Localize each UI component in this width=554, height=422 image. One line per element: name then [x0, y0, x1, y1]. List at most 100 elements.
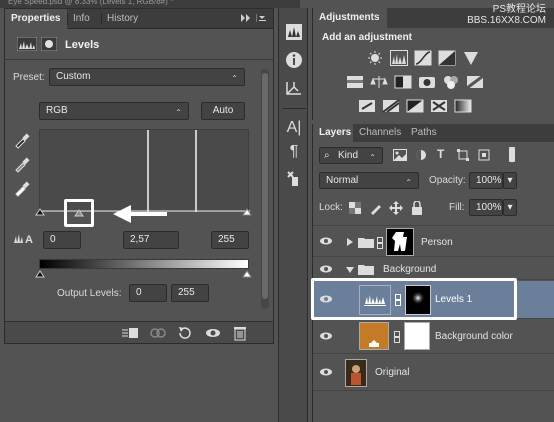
filter-pixel-icon[interactable]: [393, 149, 407, 161]
tab-properties[interactable]: Properties: [5, 9, 67, 29]
properties-panel: Properties Info History Levels Preset: C…: [4, 8, 274, 344]
visibility-eye-icon[interactable]: [319, 367, 335, 379]
curves-icon[interactable]: [414, 50, 432, 66]
lock-all-icon[interactable]: [411, 201, 423, 215]
output-black-slider[interactable]: [35, 270, 45, 278]
watermark-line-1: PS教程论坛: [492, 4, 546, 15]
input-gamma-field[interactable]: 2,57: [123, 231, 179, 249]
tab-paths[interactable]: Paths: [405, 124, 445, 142]
color-fill-thumbnail[interactable]: [359, 322, 389, 350]
input-black-field[interactable]: 0: [43, 231, 81, 249]
lock-transparent-icon[interactable]: [349, 202, 361, 214]
threshold-icon[interactable]: [406, 98, 424, 114]
view-previous-state-icon[interactable]: [149, 326, 167, 340]
opacity-dropdown-button[interactable]: ▾: [503, 172, 517, 189]
filter-type-icon[interactable]: T: [437, 147, 444, 161]
preset-label: Preset:: [13, 72, 45, 83]
filter-smart-object-icon[interactable]: [478, 149, 490, 161]
layer-name[interactable]: Original: [375, 367, 409, 378]
history-icon[interactable]: [284, 78, 304, 98]
opacity-field[interactable]: 100%: [469, 172, 503, 189]
auto-clip-icon: A: [13, 231, 35, 245]
output-white-slider[interactable]: [242, 270, 252, 278]
mask-link-icon[interactable]: [394, 331, 400, 343]
layer-row-background-group[interactable]: Background: [313, 258, 554, 280]
properties-scrollbar[interactable]: [261, 69, 269, 309]
layer-row-person[interactable]: Person: [313, 225, 554, 257]
color-lookup-icon[interactable]: [466, 74, 484, 90]
properties-footer: [5, 321, 273, 343]
adjustment-panel-icon[interactable]: [284, 22, 304, 42]
levels-icon[interactable]: [390, 50, 408, 66]
layer-name[interactable]: Background: [383, 264, 436, 275]
clip-to-layer-icon[interactable]: [121, 326, 139, 340]
filter-shape-icon[interactable]: [457, 149, 469, 161]
tab-history[interactable]: History: [101, 9, 151, 29]
tab-channels[interactable]: Channels: [353, 124, 405, 142]
tool-presets-icon[interactable]: [284, 168, 304, 188]
panel-menu-icon[interactable]: [239, 12, 269, 24]
mask-link-icon[interactable]: [377, 237, 383, 249]
watermark-line-2: BBS.16XX8.COM: [467, 15, 546, 26]
brightness-contrast-icon[interactable]: [366, 50, 384, 66]
visibility-eye-icon[interactable]: [205, 326, 221, 340]
reset-icon[interactable]: [177, 326, 193, 340]
adjustments-title: Add an adjustment: [322, 32, 413, 43]
info-icon[interactable]: [284, 50, 304, 70]
input-white-slider[interactable]: [242, 208, 252, 216]
lock-label: Lock:: [319, 202, 343, 213]
tab-info[interactable]: Info: [67, 9, 101, 29]
auto-button[interactable]: Auto: [201, 102, 245, 120]
original-image-thumbnail[interactable]: [345, 359, 367, 387]
layer-name[interactable]: Background color: [435, 331, 513, 342]
layer-row-background-color[interactable]: Background color: [313, 320, 554, 354]
character-panel-icon[interactable]: A|: [284, 118, 304, 138]
preset-dropdown[interactable]: Custom: [49, 68, 245, 87]
gradient-map-icon[interactable]: [454, 98, 472, 114]
output-white-field[interactable]: 255: [171, 284, 209, 302]
collapse-chevron-icon[interactable]: [345, 266, 355, 274]
visibility-eye-icon[interactable]: [319, 331, 335, 343]
blend-mode-dropdown[interactable]: Normal: [319, 172, 419, 191]
black-point-eyedropper-icon[interactable]: [13, 131, 31, 149]
color-balance-icon[interactable]: [370, 74, 388, 90]
exposure-icon[interactable]: [438, 50, 456, 66]
input-black-slider[interactable]: [35, 208, 45, 216]
black-white-icon[interactable]: [394, 74, 412, 90]
layer-row-original[interactable]: Original: [313, 355, 554, 391]
expand-chevron-icon[interactable]: [346, 237, 354, 247]
layer-name[interactable]: Person: [421, 237, 453, 248]
tab-layers[interactable]: Layers: [313, 124, 353, 142]
input-midtone-slider[interactable]: [74, 209, 84, 217]
layer-mask-thumbnail[interactable]: [386, 228, 414, 256]
output-levels-label: Output Levels:: [57, 288, 122, 299]
channel-dropdown[interactable]: RGB: [39, 102, 189, 121]
tab-adjustments[interactable]: Adjustments: [313, 8, 387, 28]
fill-dropdown-button[interactable]: ▾: [503, 199, 517, 216]
hue-saturation-icon[interactable]: [346, 74, 364, 90]
photo-filter-icon[interactable]: [418, 74, 436, 90]
vibrance-icon[interactable]: [462, 50, 480, 66]
filter-adjustment-icon[interactable]: [415, 149, 427, 161]
layer-filter-dropdown[interactable]: ⌕ Kind: [319, 147, 383, 166]
levels-adjustment-icon: [17, 37, 37, 51]
trash-icon[interactable]: [233, 325, 247, 341]
invert-icon[interactable]: [358, 98, 376, 114]
fill-field[interactable]: 100%: [469, 199, 503, 216]
lock-image-icon[interactable]: [369, 201, 383, 215]
white-point-eyedropper-icon[interactable]: [13, 179, 31, 197]
visibility-eye-icon[interactable]: [319, 236, 335, 248]
filter-toggle[interactable]: [509, 147, 515, 162]
input-white-field[interactable]: 255: [211, 231, 249, 249]
paragraph-panel-icon[interactable]: ¶: [284, 142, 304, 162]
lock-position-icon[interactable]: [389, 201, 403, 215]
layer-mask-icon[interactable]: [41, 37, 57, 51]
gray-point-eyedropper-icon[interactable]: [13, 155, 31, 173]
opacity-label: Opacity:: [429, 175, 466, 186]
posterize-icon[interactable]: [382, 98, 400, 114]
fill-mask-thumbnail[interactable]: [404, 322, 430, 350]
selective-color-icon[interactable]: [430, 98, 448, 114]
output-black-field[interactable]: 0: [129, 284, 167, 302]
visibility-eye-icon[interactable]: [319, 264, 335, 276]
channel-mixer-icon[interactable]: [442, 74, 460, 90]
